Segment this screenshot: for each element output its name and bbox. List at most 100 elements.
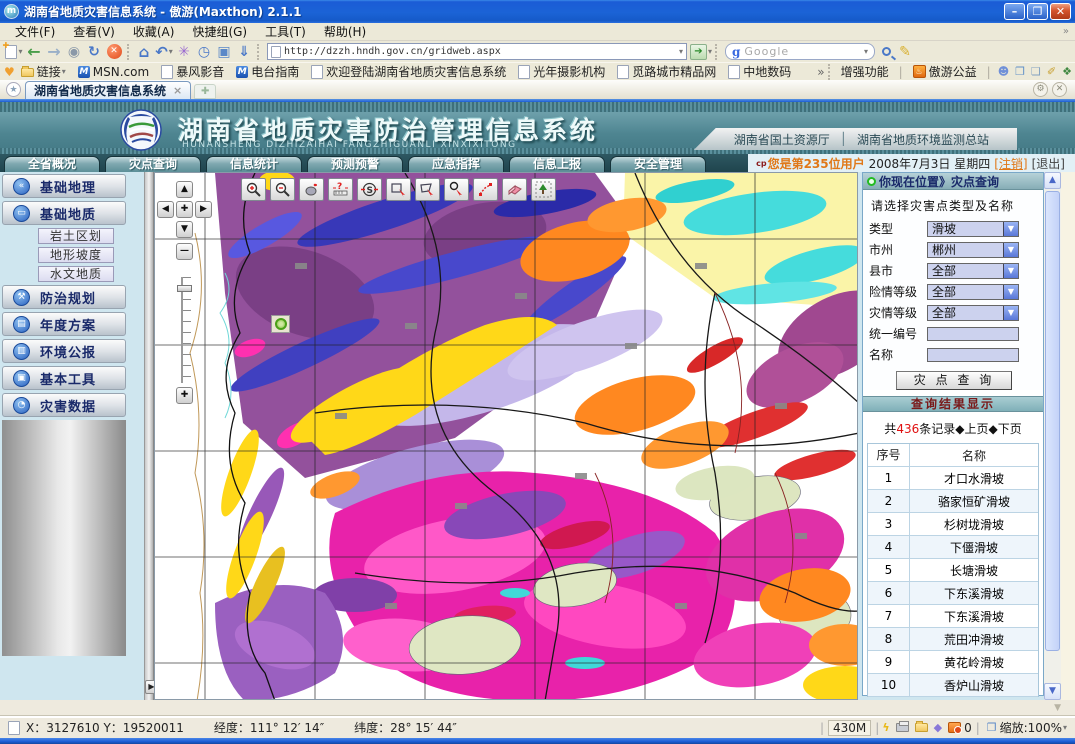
unified-id-input[interactable]: [927, 327, 1019, 341]
tab-forecast-warning[interactable]: 预测预警: [307, 156, 403, 172]
tools-wrench-icon[interactable]: ⚙: [1033, 82, 1048, 97]
query-button[interactable]: 灾 点 查 询: [896, 371, 1012, 390]
stop-button[interactable]: ✕: [105, 43, 123, 61]
back-button[interactable]: ←: [25, 43, 43, 61]
search-dropdown-icon[interactable]: ▾: [864, 47, 868, 56]
magic-fill-icon[interactable]: ✳: [175, 43, 193, 61]
table-row[interactable]: 5长塘滑坡: [868, 559, 1038, 582]
prev-page-link[interactable]: ◆上页: [955, 422, 988, 436]
geology-map[interactable]: [155, 173, 858, 700]
diamond-icon[interactable]: ◆: [934, 721, 942, 734]
tab-info-report[interactable]: 信息上报: [509, 156, 605, 172]
exit-link[interactable]: [退出]: [1032, 155, 1065, 172]
menu-help[interactable]: 帮助(H): [315, 22, 375, 41]
zoom-out-button[interactable]: [270, 178, 295, 201]
tab-active[interactable]: 湖南省地质灾害信息系统 ×: [25, 81, 191, 99]
sidebar-item-annual-plan[interactable]: ▤ 年度方案: [2, 312, 126, 336]
restore-button[interactable]: ❐: [1027, 3, 1048, 20]
identify-button[interactable]: [444, 178, 469, 201]
panel-splitter[interactable]: [144, 172, 154, 700]
link-baofeng[interactable]: 暴风影音: [161, 63, 224, 80]
zoom-slider-handle[interactable]: [177, 285, 192, 292]
address-input[interactable]: [284, 46, 678, 57]
sidebar-item-prevention-plan[interactable]: ⚒ 防治规划: [2, 285, 126, 309]
full-extent-button[interactable]: [531, 178, 556, 201]
link-welcome[interactable]: 欢迎登陆湖南省地质灾害信息系统: [311, 63, 506, 80]
menu-file[interactable]: 文件(F): [6, 22, 64, 41]
zoom-minus-button[interactable]: —: [176, 243, 193, 260]
select-shape-button[interactable]: [415, 178, 440, 201]
link-zhongdi[interactable]: 中地数码: [728, 63, 791, 80]
city-select[interactable]: 郴州▼: [927, 242, 1019, 258]
tab-emergency-command[interactable]: 应急指挥: [408, 156, 504, 172]
map-viewport[interactable]: ? S ▲ ◀ ✚ ▶ ▼ — ✚: [154, 172, 858, 700]
link-milu[interactable]: 觅路城市精品网: [617, 63, 716, 80]
sidebar-item-disaster-data[interactable]: ◔ 灾害数据: [2, 393, 126, 417]
search-icon[interactable]: [882, 47, 891, 56]
pages-icon[interactable]: ❏: [1031, 65, 1041, 78]
tab-info-statistics[interactable]: 信息统计: [206, 156, 302, 172]
center-button[interactable]: ✚: [176, 201, 193, 218]
menu-groups[interactable]: 快捷组(G): [183, 22, 256, 41]
link-land-resources[interactable]: 湖南省国土资源厅: [724, 131, 840, 148]
sidebar-sub-hydrogeology[interactable]: 水文地质: [38, 266, 114, 282]
chevron-down-icon[interactable]: ▼: [1003, 264, 1018, 278]
eraser-button[interactable]: [502, 178, 527, 201]
maxthon-charity-button[interactable]: ♨傲游公益: [913, 63, 977, 80]
minimize-button[interactable]: –: [1004, 3, 1025, 20]
table-row[interactable]: 9黄花岭滑坡: [868, 651, 1038, 674]
address-dropdown-icon[interactable]: ▾: [679, 47, 683, 56]
download-icon[interactable]: ⇓: [235, 43, 253, 61]
table-row[interactable]: 1才口水滑坡: [868, 467, 1038, 490]
window-icon[interactable]: ❐: [1015, 65, 1025, 78]
paint-icon[interactable]: ✐: [1047, 65, 1056, 78]
table-row[interactable]: 3杉树垅滑坡: [868, 513, 1038, 536]
link-geo-monitor-station[interactable]: 湖南省地质环境监测总站: [847, 131, 999, 148]
zoom-slider-track[interactable]: [181, 277, 191, 383]
pan-up-button[interactable]: ▲: [176, 181, 193, 198]
close-all-icon[interactable]: ✕: [1052, 82, 1067, 97]
scale-button[interactable]: S: [357, 178, 382, 201]
measure-question-button[interactable]: ?: [328, 178, 353, 201]
tab-star-icon[interactable]: ★: [6, 82, 21, 97]
home-button[interactable]: ⌂: [135, 43, 153, 61]
link-radio[interactable]: M电台指南: [236, 63, 299, 80]
zoom-dropdown-icon[interactable]: ▾: [1063, 723, 1067, 732]
refresh-button[interactable]: ↻: [85, 43, 103, 61]
risk-level-select[interactable]: 全部▼: [927, 284, 1019, 300]
status-chevron-icon[interactable]: ▼: [1054, 703, 1061, 713]
tab-close-icon[interactable]: ×: [173, 84, 182, 97]
table-row[interactable]: 8荒田冲滑坡: [868, 628, 1038, 651]
go-button[interactable]: ➔: [690, 44, 707, 60]
address-bar[interactable]: ▾: [267, 43, 687, 60]
pan-right-button[interactable]: ▶: [195, 201, 212, 218]
zoom-window-icon[interactable]: ❐: [987, 721, 997, 734]
menu-overflow-icon[interactable]: »: [1063, 26, 1069, 37]
menu-tools[interactable]: 工具(T): [256, 22, 315, 41]
scroll-down-icon[interactable]: ▼: [1044, 683, 1061, 700]
table-row[interactable]: 6下东溪滑坡: [868, 582, 1038, 605]
county-select[interactable]: 全部▼: [927, 263, 1019, 279]
pan-left-button[interactable]: ◀: [157, 201, 174, 218]
menu-favorites[interactable]: 收藏(A): [124, 22, 184, 41]
snap-icon[interactable]: ▣: [215, 43, 233, 61]
tab-disaster-query[interactable]: 灾点查询: [105, 156, 201, 172]
new-tab-ghost[interactable]: ✚: [194, 84, 216, 99]
zoom-level[interactable]: 缩放:100%: [1000, 719, 1062, 736]
menu-view[interactable]: 查看(V): [64, 22, 124, 41]
sidebar-item-env-bulletin[interactable]: ▥ 环境公报: [2, 339, 126, 363]
sidebar-sub-terrain-slope[interactable]: 地形坡度: [38, 247, 114, 263]
type-select[interactable]: 滑坡▼: [927, 221, 1019, 237]
sidebar-item-basic-tools[interactable]: ▣ 基本工具: [2, 366, 126, 390]
printer-icon[interactable]: [896, 723, 909, 732]
page-scrollbar[interactable]: ▲ ▼: [1044, 172, 1061, 700]
table-row[interactable]: 4下僵滑坡: [868, 536, 1038, 559]
zoom-in-button[interactable]: [241, 178, 266, 201]
link-msn[interactable]: MMSN.com: [78, 65, 149, 79]
boost-lightning-icon[interactable]: ϟ: [882, 721, 889, 734]
select-rectangle-button[interactable]: [386, 178, 411, 201]
table-row[interactable]: 10香炉山滑坡: [868, 674, 1038, 697]
logout-link[interactable]: [注销]: [994, 155, 1027, 172]
forward-button[interactable]: →: [45, 43, 63, 61]
scroll-up-icon[interactable]: ▲: [1044, 172, 1061, 189]
